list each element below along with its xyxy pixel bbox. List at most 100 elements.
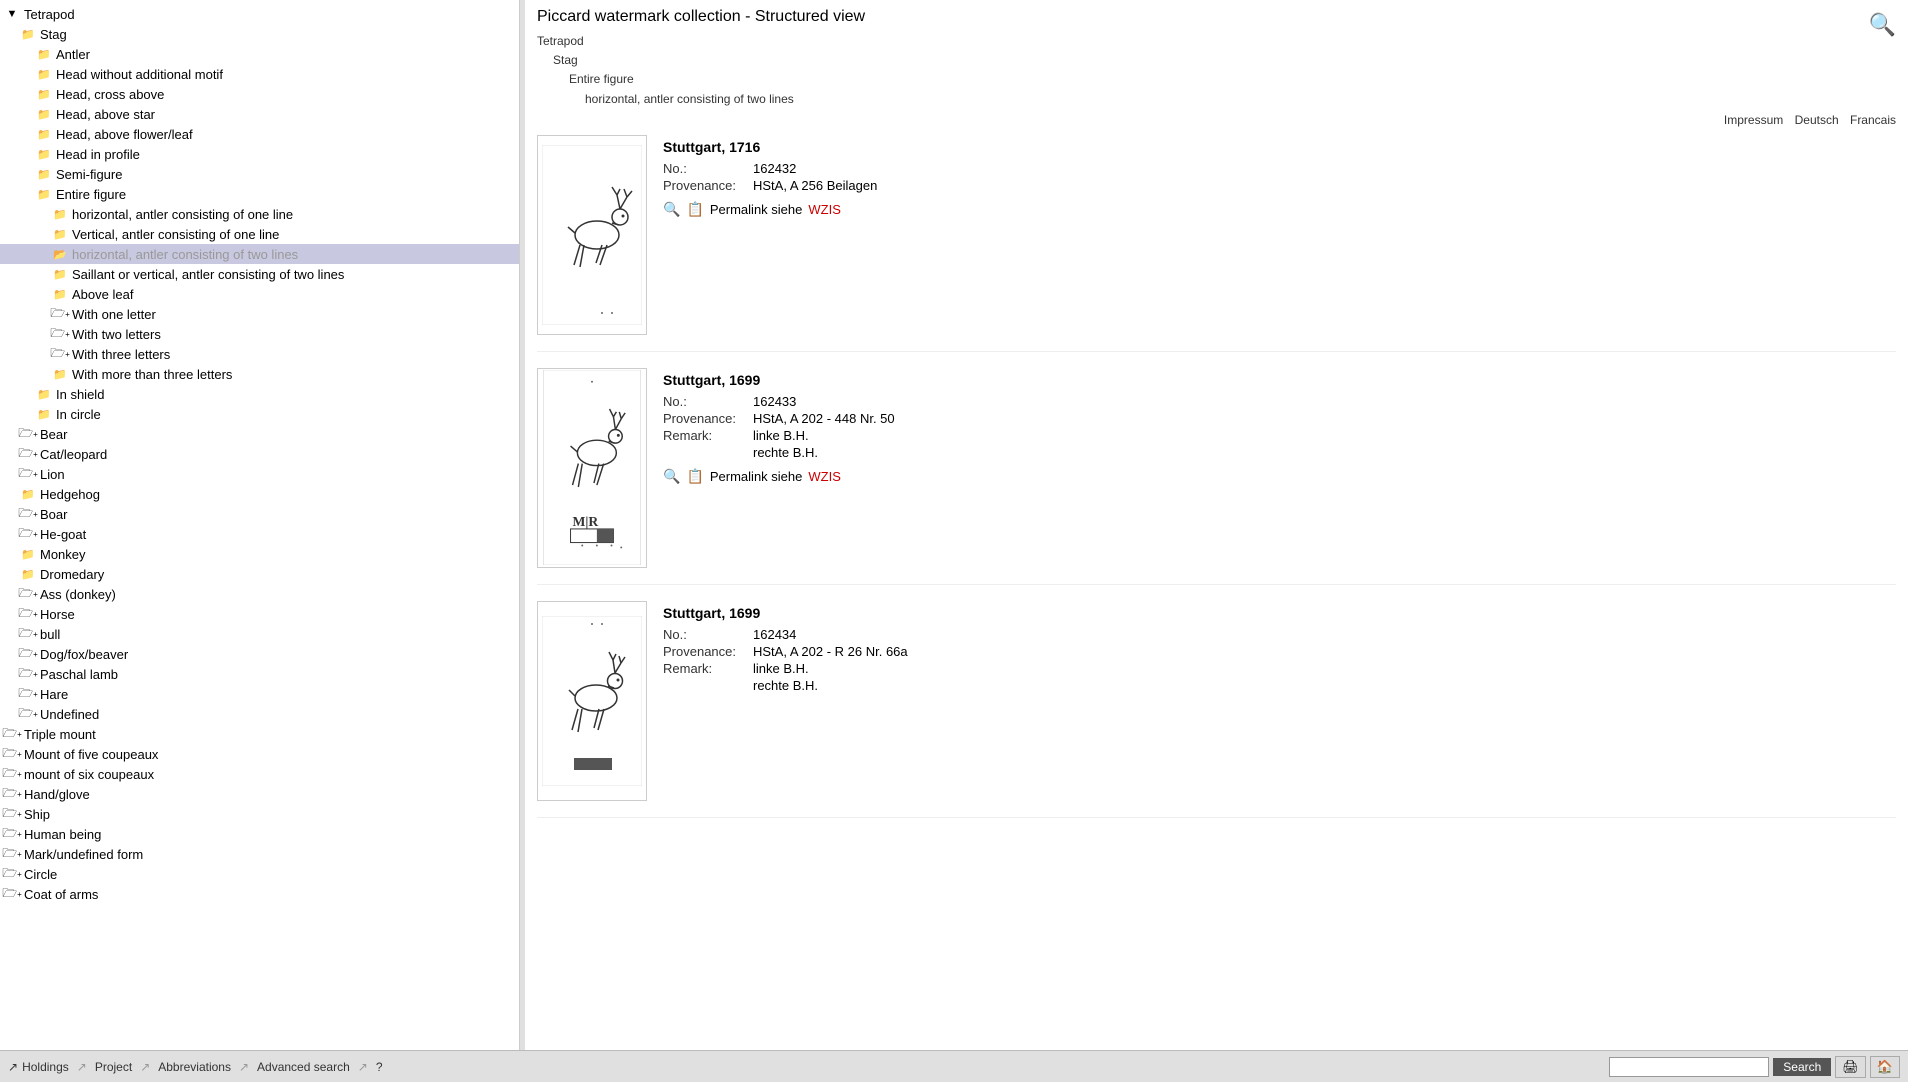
folder-plus-icon: 🗁+ <box>20 626 36 642</box>
sidebar-item-label: Dog/fox/beaver <box>40 647 128 662</box>
holdings-label[interactable]: Holdings <box>22 1060 69 1074</box>
permalink-wzis-link[interactable]: WZIS <box>808 202 841 217</box>
sidebar-item-head-cross-above[interactable]: 📁Head, cross above <box>0 84 519 104</box>
folder-plus-icon: 🗁+ <box>20 426 36 442</box>
sidebar-item-label: Antler <box>56 47 90 62</box>
sidebar-item-with-two-letters[interactable]: 🗁+With two letters <box>0 324 519 344</box>
content-area: Piccard watermark collection - Structure… <box>525 0 1908 1050</box>
sidebar-item-mount-five[interactable]: 🗁+Mount of five coupeaux <box>0 744 519 764</box>
sidebar-item-boar[interactable]: 🗁+Boar <box>0 504 519 524</box>
sidebar-item-paschal-lamb[interactable]: 🗁+Paschal lamb <box>0 664 519 684</box>
search-input[interactable] <box>1609 1057 1769 1077</box>
folder-icon: 📁 <box>36 406 52 422</box>
result-no-value: 162433 <box>753 394 796 409</box>
advanced-search-label[interactable]: Advanced search <box>257 1060 350 1074</box>
result-remark-label: Remark: <box>663 428 753 443</box>
result-prov-label: Provenance: <box>663 644 753 659</box>
sidebar-item-mount-six[interactable]: 🗁+mount of six coupeaux <box>0 764 519 784</box>
sidebar-item-he-goat[interactable]: 🗁+He-goat <box>0 524 519 544</box>
home-button[interactable]: 🏠 <box>1870 1056 1900 1078</box>
sidebar-item-horiz-one-line[interactable]: 📁horizontal, antler consisting of one li… <box>0 204 519 224</box>
abbreviations-nav[interactable]: Abbreviations <box>158 1060 231 1074</box>
sidebar-item-ass-donkey[interactable]: 🗁+Ass (donkey) <box>0 584 519 604</box>
result-image-r1[interactable] <box>537 135 647 335</box>
result-image-r3[interactable] <box>537 601 647 801</box>
sidebar-item-in-shield[interactable]: 📁In shield <box>0 384 519 404</box>
sidebar-item-label: horizontal, antler consisting of two lin… <box>72 247 298 262</box>
sidebar-item-undefined[interactable]: 🗁+Undefined <box>0 704 519 724</box>
folder-plus-icon: 🗁+ <box>4 786 20 802</box>
sidebar-item-head-in-profile[interactable]: 📁Head in profile <box>0 144 519 164</box>
sidebar-item-monkey[interactable]: 📁Monkey <box>0 544 519 564</box>
sidebar-item-label: Head, above flower/leaf <box>56 127 193 142</box>
francais-link[interactable]: Francais <box>1850 113 1896 127</box>
result-no-field: No.: 162432 <box>663 161 1896 176</box>
sidebar-item-label: Semi-figure <box>56 167 122 182</box>
permalink-edit-icon[interactable]: 📋 <box>686 468 703 485</box>
result-remark-extra: rechte B.H. <box>753 678 1896 693</box>
sidebar-item-hare[interactable]: 🗁+Hare <box>0 684 519 704</box>
permalink-edit-icon[interactable]: 📋 <box>686 201 703 218</box>
advanced-search-nav[interactable]: Advanced search <box>257 1060 350 1074</box>
permalink-search-icon[interactable]: 🔍 <box>663 468 680 485</box>
sidebar-item-cat-leopard[interactable]: 🗁+Cat/leopard <box>0 444 519 464</box>
holdings-nav[interactable]: ↗ Holdings <box>8 1060 69 1074</box>
sidebar-item-human-being[interactable]: 🗁+Human being <box>0 824 519 844</box>
sidebar-item-dromedary[interactable]: 📁Dromedary <box>0 564 519 584</box>
sidebar-item-label: With three letters <box>72 347 170 362</box>
sidebar-item-with-more-letters[interactable]: 📁With more than three letters <box>0 364 519 384</box>
permalink-search-icon[interactable]: 🔍 <box>663 201 680 218</box>
deutsch-link[interactable]: Deutsch <box>1795 113 1839 127</box>
permalink-wzis-link[interactable]: WZIS <box>808 469 841 484</box>
sidebar-item-label: Head, cross above <box>56 87 164 102</box>
sidebar-item-mark-undefined[interactable]: 🗁+Mark/undefined form <box>0 844 519 864</box>
sidebar-item-entire-figure[interactable]: 📁Entire figure <box>0 184 519 204</box>
sidebar-item-in-circle[interactable]: 📁In circle <box>0 404 519 424</box>
sidebar-item-head-above-star[interactable]: 📁Head, above star <box>0 104 519 124</box>
folder-open-icon: 📂 <box>52 246 68 262</box>
sidebar-item-head-without[interactable]: 📁Head without additional motif <box>0 64 519 84</box>
result-remark-value: linke B.H. <box>753 661 809 676</box>
sidebar-item-above-leaf[interactable]: 📁Above leaf <box>0 284 519 304</box>
sidebar-item-dog-fox[interactable]: 🗁+Dog/fox/beaver <box>0 644 519 664</box>
sidebar-item-semi-figure[interactable]: 📁Semi-figure <box>0 164 519 184</box>
sidebar-item-antler[interactable]: 📁 Antler <box>0 44 519 64</box>
sidebar-item-coat-of-arms[interactable]: 🗁+Coat of arms <box>0 884 519 904</box>
sidebar-item-horiz-two-lines[interactable]: 📂 horizontal, antler consisting of two li… <box>0 244 519 264</box>
result-prov-field: Provenance: HStA, A 202 - R 26 Nr. 66a <box>663 644 1896 659</box>
impressum-link[interactable]: Impressum <box>1724 113 1783 127</box>
abbreviations-label[interactable]: Abbreviations <box>158 1060 231 1074</box>
help-label[interactable]: ? <box>376 1060 383 1074</box>
search-button[interactable]: Search <box>1773 1058 1831 1076</box>
sidebar-item-vert-one-line[interactable]: 📁Vertical, antler consisting of one line <box>0 224 519 244</box>
result-image-r2[interactable]: M|R <box>537 368 647 568</box>
sidebar-item-stag[interactable]: 📁Stag <box>0 24 519 44</box>
sidebar-item-hedgehog[interactable]: 📁Hedgehog <box>0 484 519 504</box>
sidebar-item-head-above-flower[interactable]: 📁Head, above flower/leaf <box>0 124 519 144</box>
sidebar-item-bear[interactable]: 🗁+Bear <box>0 424 519 444</box>
help-nav[interactable]: ? <box>376 1060 383 1074</box>
folder-icon: 📁 <box>36 46 52 62</box>
sidebar-item-lion[interactable]: 🗁+Lion <box>0 464 519 484</box>
sidebar-item-with-one-letter[interactable]: 🗁+With one letter <box>0 304 519 324</box>
sidebar-item-hand-glove[interactable]: 🗁+Hand/glove <box>0 784 519 804</box>
sidebar-item-triple-mount[interactable]: 🗁+Triple mount <box>0 724 519 744</box>
result-info-r2: Stuttgart, 1699 No.: 162433 Provenance: … <box>663 368 1896 485</box>
folder-plus-icon: 🗁+ <box>4 866 20 882</box>
sidebar-item-label: Horse <box>40 607 75 622</box>
project-nav[interactable]: Project <box>95 1060 132 1074</box>
sidebar-item-circle[interactable]: 🗁+Circle <box>0 864 519 884</box>
expand-icon: ▼ <box>4 6 20 22</box>
project-label[interactable]: Project <box>95 1060 132 1074</box>
sidebar-item-ship[interactable]: 🗁+Ship <box>0 804 519 824</box>
sidebar-item-with-three-letters[interactable]: 🗁+With three letters <box>0 344 519 364</box>
print-button[interactable]: 🖨 <box>1835 1056 1866 1078</box>
sidebar-item-horse[interactable]: 🗁+Horse <box>0 604 519 624</box>
search-zoom-icon[interactable]: 🔍 <box>1869 12 1896 38</box>
sidebar-item-label: With more than three letters <box>72 367 232 382</box>
bottom-action-icons: 🖨 🏠 <box>1835 1056 1900 1078</box>
folder-icon: 📁 <box>20 486 36 502</box>
sidebar-item-bull[interactable]: 🗁+bull <box>0 624 519 644</box>
sidebar-item-saillant[interactable]: 📁Saillant or vertical, antler consisting… <box>0 264 519 284</box>
sidebar-item-tetrapod[interactable]: ▼Tetrapod <box>0 4 519 24</box>
